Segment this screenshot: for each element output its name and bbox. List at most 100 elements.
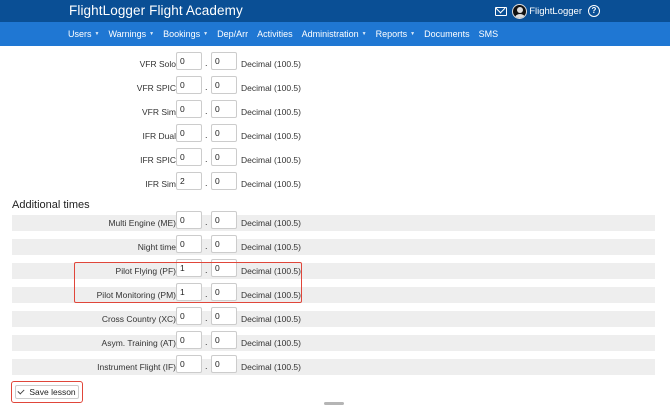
hours-input[interactable]: [176, 124, 202, 142]
brand-title[interactable]: FlightLogger Flight Academy: [69, 3, 243, 18]
time-row-cross-country-xc: Cross Country (XC). Decimal (100.5): [12, 307, 655, 327]
time-row-vfr-sim: VFR Sim. Decimal (100.5): [12, 100, 655, 120]
nav-item-documents[interactable]: Documents: [424, 29, 470, 39]
decimal-separator: .: [205, 154, 208, 164]
nav-item-label: Users: [68, 29, 92, 39]
nav-item-label: Dep/Arr: [217, 29, 249, 39]
format-hint: Decimal (100.5): [241, 314, 301, 324]
format-hint: Decimal (100.5): [241, 242, 301, 252]
time-row-asym-training-at: Asym. Training (AT). Decimal (100.5): [12, 331, 655, 351]
row-label: VFR Solo: [139, 59, 176, 69]
decimal-input[interactable]: [211, 211, 237, 229]
help-icon[interactable]: ?: [588, 5, 600, 17]
row-label: Multi Engine (ME): [108, 218, 176, 228]
nav-items: Users ▼ Warnings ▼ Bookings ▼ Dep/Arr Activitie…: [68, 22, 507, 46]
nav-item-label: Bookings: [163, 29, 201, 39]
additional-times-heading: Additional times: [12, 199, 90, 211]
nav-item-warnings[interactable]: Warnings ▼: [108, 29, 154, 39]
row-label: Asym. Training (AT): [101, 338, 176, 348]
hours-input[interactable]: [176, 148, 202, 166]
chevron-down-icon: ▼: [410, 31, 416, 37]
format-hint: Decimal (100.5): [241, 107, 301, 117]
decimal-input[interactable]: [211, 148, 237, 166]
mail-icon[interactable]: [495, 6, 508, 16]
decimal-separator: .: [205, 58, 208, 68]
decimal-input[interactable]: [211, 76, 237, 94]
time-row-night-time: Night time. Decimal (100.5): [12, 235, 655, 255]
decimal-separator: .: [205, 217, 208, 227]
format-hint: Decimal (100.5): [241, 362, 301, 372]
decimal-separator: .: [205, 313, 208, 323]
hours-input[interactable]: [176, 52, 202, 70]
decimal-input[interactable]: [211, 307, 237, 325]
time-row-ifr-spic: IFR SPIC. Decimal (100.5): [12, 148, 655, 168]
hours-input[interactable]: [176, 100, 202, 118]
user-menu[interactable]: FlightLogger: [529, 6, 582, 17]
time-row-ifr-dual: IFR Dual. Decimal (100.5): [12, 124, 655, 144]
time-row-vfr-solo: VFR Solo. Decimal (100.5): [12, 52, 655, 72]
nav-item-administration[interactable]: Administration ▼: [302, 29, 367, 39]
time-row-instrument-flight-if: Instrument Flight (IF). Decimal (100.5): [12, 355, 655, 375]
main-nav: Users ▼ Warnings ▼ Bookings ▼ Dep/Arr Activitie…: [0, 22, 670, 46]
chevron-down-icon: ▼: [203, 31, 209, 37]
hours-input[interactable]: [176, 172, 202, 190]
decimal-separator: .: [205, 130, 208, 140]
nav-item-dep-arr[interactable]: Dep/Arr: [217, 29, 248, 39]
hours-input[interactable]: [176, 235, 202, 253]
decimal-input[interactable]: [211, 331, 237, 349]
avatar[interactable]: [512, 3, 528, 19]
scroll-handle[interactable]: [324, 402, 344, 405]
row-label: Instrument Flight (IF): [97, 362, 176, 372]
decimal-input[interactable]: [211, 52, 237, 70]
time-row-multi-engine-me: Multi Engine (ME). Decimal (100.5): [12, 211, 655, 231]
nav-item-sms[interactable]: SMS: [479, 29, 499, 39]
nav-item-activities[interactable]: Activities: [257, 29, 293, 39]
nav-item-label: Administration: [301, 29, 359, 39]
hours-input[interactable]: [176, 76, 202, 94]
hours-input[interactable]: [176, 355, 202, 373]
row-label: Cross Country (XC): [101, 314, 176, 324]
row-label: VFR SPIC: [136, 83, 176, 93]
hours-input[interactable]: [176, 307, 202, 325]
nav-item-label: Activities: [257, 29, 293, 39]
top-header: FlightLogger Flight Academy FlightLogger…: [0, 0, 670, 22]
decimal-input[interactable]: [211, 124, 237, 142]
hours-input[interactable]: [176, 211, 202, 229]
format-hint: Decimal (100.5): [241, 59, 301, 69]
nav-item-bookings[interactable]: Bookings ▼: [163, 29, 208, 39]
nav-item-label: Warnings: [108, 29, 147, 39]
decimal-separator: .: [205, 337, 208, 347]
nav-item-reports[interactable]: Reports ▼: [376, 29, 415, 39]
format-hint: Decimal (100.5): [241, 131, 301, 141]
format-hint: Decimal (100.5): [241, 218, 301, 228]
chevron-down-icon: ▼: [149, 31, 155, 37]
format-hint: Decimal (100.5): [241, 338, 301, 348]
time-row-vfr-spic: VFR SPIC. Decimal (100.5): [12, 76, 655, 96]
header-actions: FlightLogger ?: [495, 3, 600, 19]
decimal-separator: .: [205, 241, 208, 251]
save-button-frame: [15, 385, 79, 399]
nav-item-label: SMS: [478, 29, 499, 39]
hours-input[interactable]: [176, 331, 202, 349]
format-hint: Decimal (100.5): [241, 83, 301, 93]
decimal-input[interactable]: [211, 100, 237, 118]
row-label: IFR SPIC: [140, 155, 176, 165]
save-lesson-button[interactable]: Save lesson: [11, 381, 83, 403]
time-row-ifr-sim: IFR Sim. Decimal (100.5): [12, 172, 655, 192]
highlight-annotation: [74, 262, 302, 303]
row-label: Night time: [137, 242, 176, 252]
chevron-down-icon: ▼: [361, 31, 367, 37]
format-hint: Decimal (100.5): [241, 179, 301, 189]
row-label: VFR Sim: [142, 107, 176, 117]
chevron-down-icon: ▼: [94, 31, 100, 37]
decimal-input[interactable]: [211, 172, 237, 190]
nav-item-users[interactable]: Users ▼: [68, 29, 99, 39]
decimal-input[interactable]: [211, 355, 237, 373]
decimal-separator: .: [205, 178, 208, 188]
decimal-separator: .: [205, 106, 208, 116]
decimal-separator: .: [205, 361, 208, 371]
format-hint: Decimal (100.5): [241, 155, 301, 165]
decimal-separator: .: [205, 82, 208, 92]
row-label: IFR Dual: [142, 131, 176, 141]
decimal-input[interactable]: [211, 235, 237, 253]
